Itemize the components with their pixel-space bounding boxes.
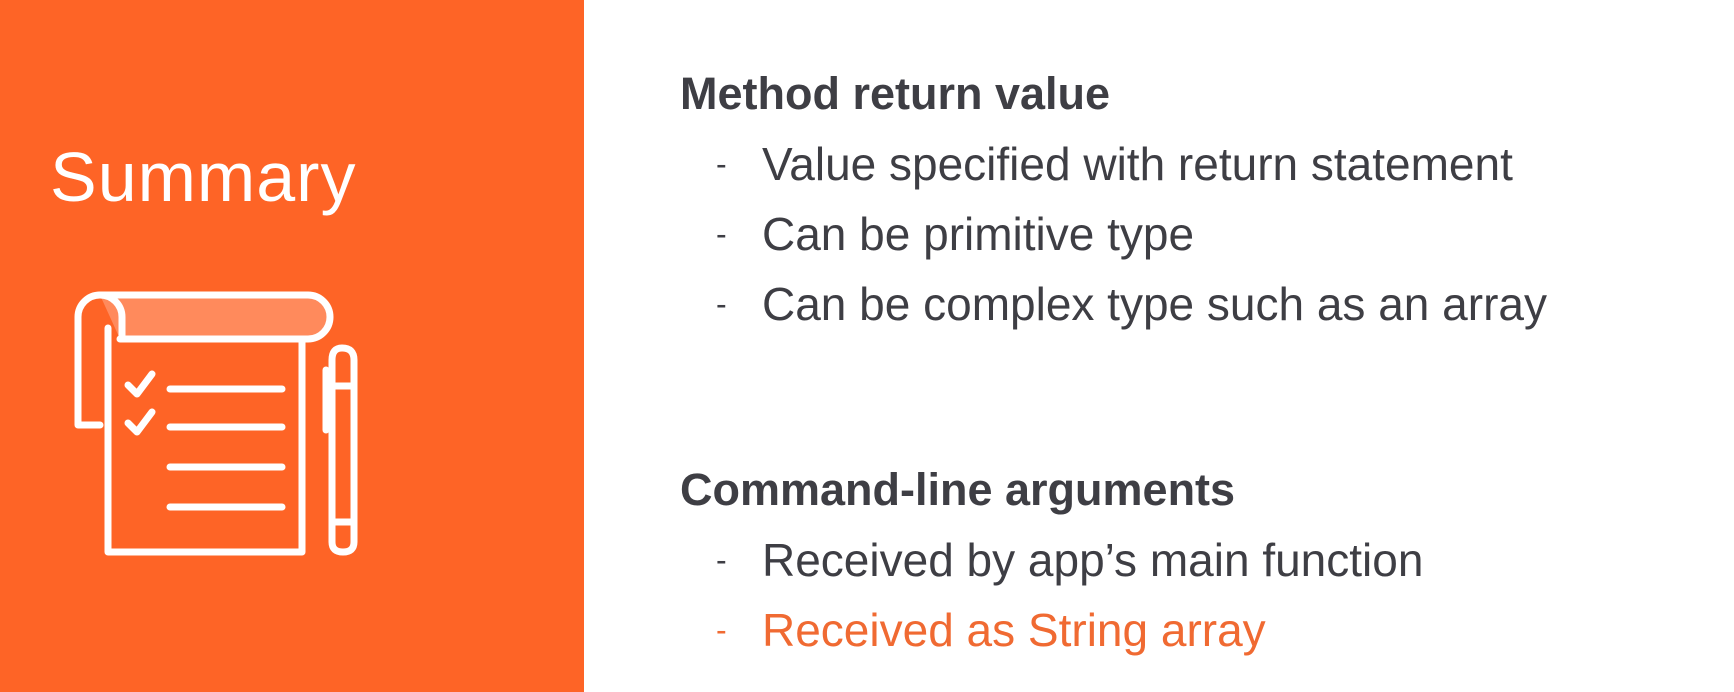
bullet-dash: - [716,216,727,252]
notepad-checklist-with-pen-icon [74,291,358,556]
command-line-arguments-section: Command-line arguments - Received by app… [680,464,1710,674]
bullet-dash: - [716,146,727,182]
list-item-text: Received as String array [762,604,1266,656]
list-item-text: Received by app’s main function [762,534,1424,586]
bullet-dash: - [716,612,727,648]
bullet-list: - Received by app’s main function - Rece… [680,534,1710,674]
bullet-dash: - [716,286,727,322]
list-item-text: Can be primitive type [762,208,1195,260]
section-heading: Method return value [680,68,1111,119]
section-heading: Command-line arguments [680,464,1236,515]
summary-title: Summary [50,138,357,216]
bullet-dash: - [716,542,727,578]
list-item: - Can be primitive type [680,208,1710,278]
list-item: - Value specified with return statement [680,138,1710,208]
summary-content: Method return value - Value specified wi… [680,0,1710,692]
list-item-text: Value specified with return statement [762,138,1513,190]
bullet-list: - Value specified with return statement … [680,138,1710,348]
list-item: - Received by app’s main function [680,534,1710,604]
summary-slide: Summary Method return value - Value spec… [0,0,1734,692]
list-item: - Can be complex type such as an array [680,278,1710,348]
summary-panel: Summary [0,0,584,692]
highlighted-list-item: - Received as String array [680,604,1710,674]
list-item-text: Can be complex type such as an array [762,278,1547,330]
method-return-value-section: Method return value - Value specified wi… [680,68,1710,348]
